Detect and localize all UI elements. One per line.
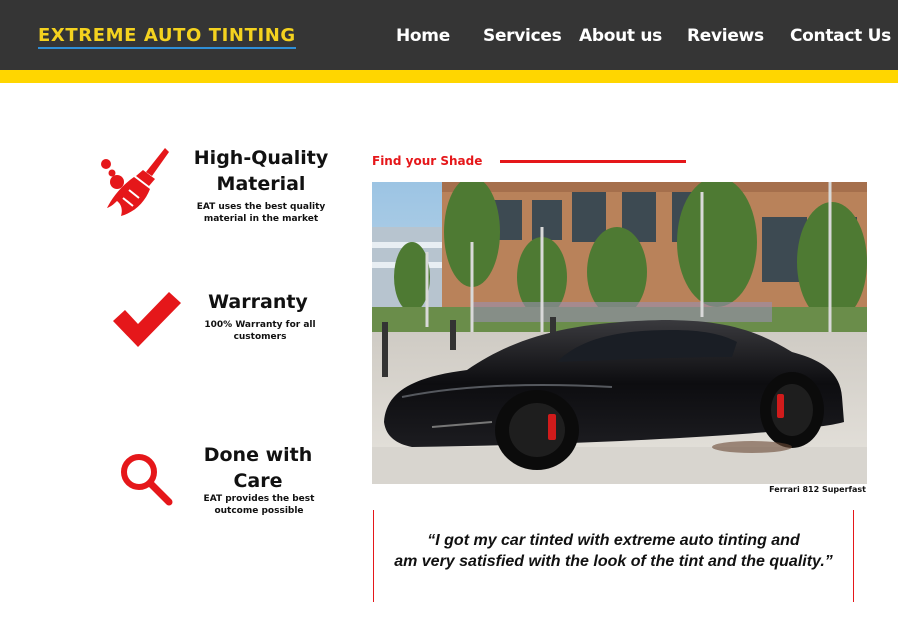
feature-title-warranty: Warranty (208, 291, 308, 313)
broom-icon (101, 148, 169, 216)
testimonial-box: “I got my car tinted with extreme auto t… (373, 510, 854, 602)
feature-desc-warranty: 100% Warranty for all customers (204, 320, 316, 342)
photo-caption: Ferrari 812 Superfast (769, 485, 866, 494)
nav-contact-us[interactable]: Contact Us (790, 26, 891, 46)
feature-desc-care: EAT provides the best outcome possible (203, 494, 315, 516)
car-photo (372, 182, 867, 484)
heading-underline (500, 160, 686, 163)
header-accent-stripe (0, 70, 898, 83)
checkmark-icon (113, 292, 181, 347)
search-icon (121, 454, 173, 506)
feature-desc-material: EAT uses the best quality material in th… (196, 202, 326, 224)
nav-reviews[interactable]: Reviews (687, 26, 764, 46)
testimonial-line-1: “I got my car tinted with extreme auto t… (427, 532, 800, 549)
site-header: EXTREME AUTO TINTING Home Services About… (0, 0, 898, 70)
feature-title-care: Done with Care (203, 444, 313, 492)
feature-title-material: High-Quality Material (193, 147, 329, 195)
find-shade-heading: Find your Shade (372, 154, 483, 168)
nav-about-us[interactable]: About us (579, 26, 662, 46)
testimonial-quote: “I got my car tinted with extreme auto t… (374, 530, 853, 572)
nav-home[interactable]: Home (396, 26, 450, 46)
nav-services[interactable]: Services (483, 26, 562, 46)
brand-logo-link[interactable]: EXTREME AUTO TINTING (38, 26, 296, 49)
testimonial-line-2: am very satisfied with the look of the t… (394, 553, 833, 570)
